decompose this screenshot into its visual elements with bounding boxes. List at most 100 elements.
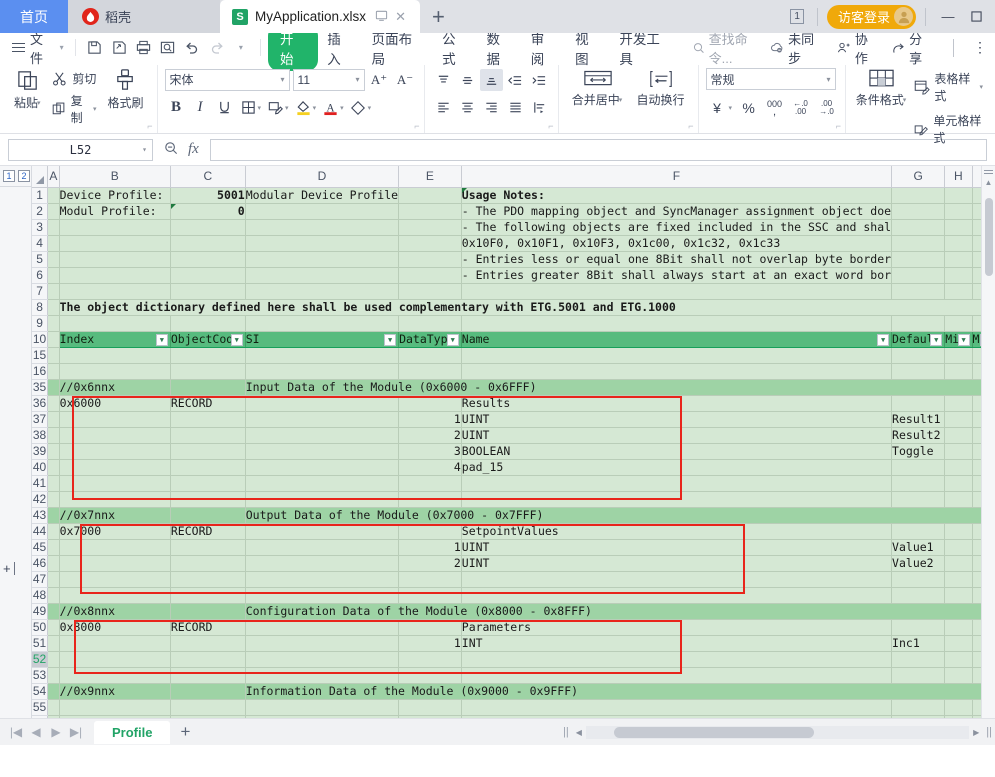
- grid-cell-b[interactable]: 0x6000: [59, 395, 171, 412]
- grid-cell-h[interactable]: [944, 251, 973, 268]
- grid-cell-f[interactable]: [461, 667, 893, 684]
- row-header-2[interactable]: 2: [32, 203, 49, 220]
- grid-cell-a[interactable]: [47, 507, 60, 524]
- bold-button[interactable]: B: [165, 96, 188, 119]
- split-handle[interactable]: [982, 166, 995, 178]
- comma-format-button[interactable]: 000,: [763, 96, 786, 119]
- scroll-grip-right[interactable]: ||: [983, 726, 995, 738]
- print-icon[interactable]: [131, 35, 155, 60]
- row-header-54[interactable]: 54: [32, 683, 49, 700]
- column-header-f[interactable]: F: [461, 166, 893, 188]
- grid-cell-f[interactable]: Usage Notes:: [461, 187, 893, 204]
- decrease-indent-button[interactable]: [504, 69, 527, 91]
- grid-cell-b[interactable]: //0x9nnx: [59, 683, 171, 700]
- grid-cell-h[interactable]: [944, 667, 973, 684]
- grid-cell-c[interactable]: [170, 267, 246, 284]
- cut-button[interactable]: 剪切: [49, 69, 101, 88]
- outline-level-1-button[interactable]: 1: [3, 170, 15, 182]
- fill-color-button[interactable]: [292, 96, 315, 119]
- grid-cell-f[interactable]: Parameters: [461, 619, 893, 636]
- grid-cell-c[interactable]: 5001: [170, 187, 246, 204]
- grid-cell-b[interactable]: [59, 411, 171, 428]
- row-header-42[interactable]: 42: [32, 491, 49, 508]
- grid-cell-c[interactable]: [170, 507, 246, 524]
- grid-cell-d[interactable]: [245, 267, 400, 284]
- grid-cell-g[interactable]: [891, 203, 946, 220]
- row-header-8[interactable]: 8: [32, 299, 49, 316]
- horizontal-scroll-track[interactable]: [585, 725, 970, 739]
- grid-cell-a[interactable]: [47, 427, 60, 444]
- increase-indent-button[interactable]: [528, 69, 551, 91]
- grid-cell-e[interactable]: [398, 491, 462, 508]
- grid-cell-a[interactable]: [47, 347, 60, 364]
- grid-cell-a[interactable]: [47, 315, 60, 332]
- grid-cell-f[interactable]: [461, 347, 893, 364]
- grid-cell-f[interactable]: UINT: [461, 555, 893, 572]
- grid-cell-e[interactable]: 2: [398, 427, 462, 444]
- filter-dropdown-icon[interactable]: ▼: [957, 333, 970, 346]
- grid-cell-e[interactable]: 1: [398, 539, 462, 556]
- grid-cell-g[interactable]: [891, 315, 946, 332]
- page-count-badge[interactable]: 1: [790, 9, 804, 24]
- collaborate-button[interactable]: 协作: [837, 29, 879, 67]
- file-menu-button[interactable]: 文件 ▾: [8, 29, 68, 67]
- grid-cell-a[interactable]: [47, 619, 60, 636]
- vertical-scroll-thumb[interactable]: [985, 198, 993, 276]
- grid-cell-f[interactable]: Results: [461, 395, 893, 412]
- grid-cell-a[interactable]: [47, 459, 60, 476]
- grid-cell-d[interactable]: [245, 651, 400, 668]
- grid-cell-b[interactable]: [59, 571, 171, 588]
- row-header-53[interactable]: 53: [32, 667, 49, 684]
- filter-dropdown-icon[interactable]: ▼: [446, 333, 459, 346]
- grid-cell-c[interactable]: [170, 571, 246, 588]
- merge-dialog-launcher[interactable]: ⌐: [688, 121, 693, 131]
- grid-cell-h[interactable]: [944, 363, 973, 380]
- grid-cell-d[interactable]: [245, 635, 400, 652]
- last-sheet-button[interactable]: ▶|: [66, 725, 86, 739]
- row-header-41[interactable]: 41: [32, 475, 49, 492]
- grid-cell-d[interactable]: [245, 363, 400, 380]
- grid-cell-a[interactable]: [47, 219, 60, 236]
- clipboard-dialog-launcher[interactable]: ⌐: [147, 121, 152, 131]
- grid-cell-f[interactable]: [461, 315, 893, 332]
- sheet-tab-profile[interactable]: Profile: [94, 720, 171, 744]
- scroll-left-arrow[interactable]: ◀: [572, 728, 586, 737]
- currency-format-button[interactable]: ¥: [706, 96, 729, 119]
- maximize-button[interactable]: [963, 4, 989, 30]
- select-all-corner[interactable]: [32, 166, 49, 188]
- row-header-3[interactable]: 3: [32, 219, 49, 236]
- command-search[interactable]: 查找命令...: [693, 29, 770, 67]
- grid-cell-g[interactable]: [891, 587, 946, 604]
- grid-cell-d[interactable]: [245, 587, 400, 604]
- print-preview-icon[interactable]: [156, 35, 180, 60]
- grid-cell-a[interactable]: [47, 555, 60, 572]
- grid-cell-b[interactable]: [59, 715, 171, 718]
- row-header-50[interactable]: 50: [32, 619, 49, 636]
- grid-cell-f[interactable]: UINT: [461, 539, 893, 556]
- grid-cell-h[interactable]: [944, 267, 973, 284]
- tab-document[interactable]: S MyApplication.xlsx ✕: [220, 0, 420, 33]
- align-center-button[interactable]: [456, 96, 479, 118]
- grid-cell-d[interactable]: [245, 283, 400, 300]
- grid-cell-b[interactable]: [59, 539, 171, 556]
- grid-cell-a[interactable]: [47, 683, 60, 700]
- share-button[interactable]: 分享: [892, 29, 934, 67]
- grid-cell-d[interactable]: [245, 699, 400, 716]
- grid-cell-d[interactable]: [245, 459, 400, 476]
- grid-cell-a[interactable]: [47, 235, 60, 252]
- grid-cell-e[interactable]: [398, 267, 462, 284]
- grid-cell-g[interactable]: Value2: [891, 555, 946, 572]
- grid-cell-c[interactable]: [170, 475, 246, 492]
- grid-cell-h[interactable]: [944, 443, 973, 460]
- grid-cell-a[interactable]: [47, 283, 60, 300]
- grid-cell-g[interactable]: Result2: [891, 427, 946, 444]
- grid-cell-c[interactable]: [170, 555, 246, 572]
- grid-cell-d[interactable]: [245, 427, 400, 444]
- grid-cell-b[interactable]: 0x8000: [59, 619, 171, 636]
- row-header-37[interactable]: 37: [32, 411, 49, 428]
- grid-cell-e[interactable]: [398, 395, 462, 412]
- prev-sheet-button[interactable]: ◀: [26, 725, 46, 739]
- number-dialog-launcher[interactable]: ⌐: [836, 121, 841, 131]
- decrease-decimal-button[interactable]: .00 →.0: [815, 96, 838, 119]
- row-header-6[interactable]: 6: [32, 267, 49, 284]
